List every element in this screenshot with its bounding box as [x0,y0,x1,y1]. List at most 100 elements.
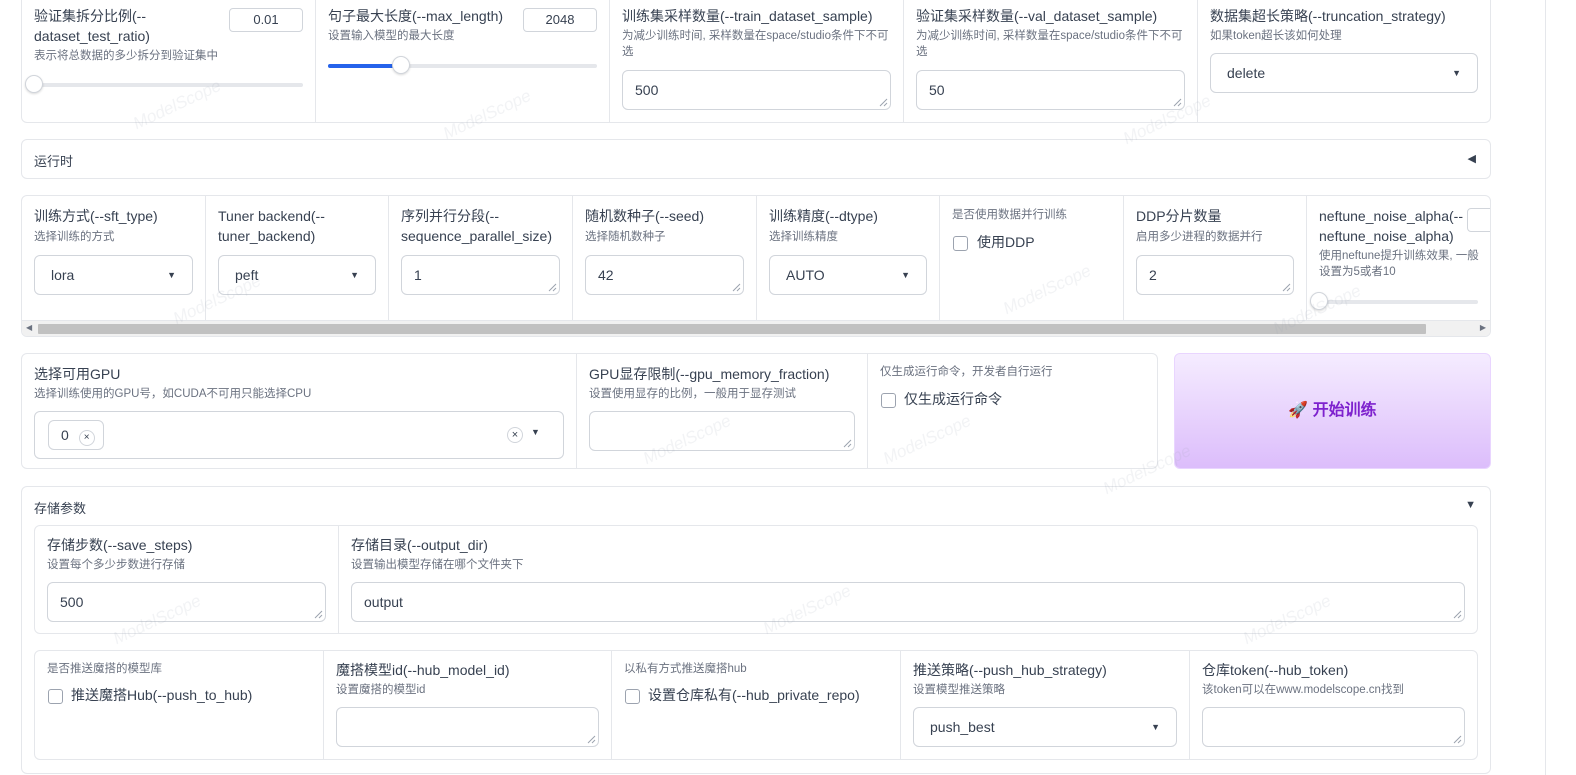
sft-type-value: lora [51,267,75,283]
val-sample-cell: 验证集采样数量(--val_dataset_sample) 为减少训练时间, 采… [904,0,1198,122]
gpu-multiselect[interactable]: 0 × × ▼ [34,411,564,459]
collapse-arrow-icon[interactable]: ◀ [1468,152,1476,165]
gpu-tag-label: 0 [61,427,69,443]
resize-grip-icon[interactable] [1453,735,1462,744]
val-sample-info: 为减少训练时间, 采样数量在space/studio条件下不可选 [916,30,1183,58]
resize-grip-icon[interactable] [548,283,557,292]
truncation-value: delete [1227,65,1266,81]
save-accordion-header[interactable]: 存储参数 ▼ [22,487,1490,525]
start-training-label: 开始训练 [1312,402,1377,419]
resize-grip-icon[interactable] [1282,283,1291,292]
hub-model-id-cell: 魔搭模型id(--hub_model_id) 设置魔搭的模型id [324,651,612,759]
neftune-info: 使用neftune提升训练效果, 一般设置为5或者10 [1319,250,1479,278]
seq-parallel-input[interactable]: 1 [401,255,560,295]
test-ratio-slider-thumb[interactable] [25,75,43,93]
truncation-info: 如果token超长该如何处理 [1210,30,1342,42]
truncation-dropdown[interactable]: delete ▼ [1210,53,1478,93]
expand-arrow-icon[interactable]: ▼ [1465,499,1476,511]
gpu-select-info: 选择训练使用的GPU号，如CUDA不可用只能选择CPU [34,388,312,400]
push-to-hub-checkbox-label[interactable]: 推送魔搭Hub(--push_to_hub) [71,685,252,705]
train-sample-info: 为减少训练时间, 采样数量在space/studio条件下不可选 [622,30,889,58]
chevron-down-icon[interactable]: ▼ [531,427,540,437]
dtype-value: AUTO [786,267,825,283]
private-repo-checkbox[interactable] [625,689,640,704]
horizontal-scrollbar[interactable]: ◀ ▶ [22,320,1490,336]
tuner-backend-dropdown[interactable]: peft ▼ [218,255,376,295]
scroll-left-arrow-icon[interactable]: ◀ [26,323,32,332]
hub-token-input[interactable] [1202,707,1465,747]
dataset-params-row: 验证集拆分比例(--dataset_test_ratio) 0.01 表示将总数… [21,0,1491,123]
seed-input[interactable]: 42 [585,255,744,295]
chevron-down-icon: ▼ [350,270,359,280]
sft-type-info: 选择训练的方式 [34,231,115,243]
resize-grip-icon[interactable] [732,283,741,292]
neftune-slider[interactable] [1310,292,1478,310]
runtime-accordion[interactable]: 运行时 ◀ [21,139,1491,179]
private-repo-info: 以私有方式推送魔搭hub [624,663,747,675]
resize-grip-icon[interactable] [314,610,323,619]
gpu-params-row: 选择可用GPU 选择训练使用的GPU号，如CUDA不可用只能选择CPU 0 × … [21,353,1158,469]
private-repo-checkbox-label[interactable]: 设置仓库私有(--hub_private_repo) [648,685,860,705]
hub-token-cell: 仓库token(--hub_token) 该token可以在www.models… [1190,651,1477,759]
push-strategy-dropdown[interactable]: push_best ▼ [913,707,1177,747]
ddp-num-info: 启用多少进程的数据并行 [1136,231,1263,243]
ddp-checkbox-label[interactable]: 使用DDP [977,232,1035,252]
ddp-num-input[interactable]: 2 [1136,255,1294,295]
hub-model-id-info: 设置魔搭的模型id [336,684,426,696]
mem-fraction-input[interactable] [589,411,855,451]
val-sample-label: 验证集采样数量(--val_dataset_sample) [916,8,1158,24]
val-sample-input[interactable]: 50 [916,70,1185,110]
ddp-cell: 是否使用数据并行训练 使用DDP [940,196,1124,320]
remove-tag-icon[interactable]: × [78,430,95,446]
seed-cell: 随机数种子(--seed) 选择随机数种子 42 [573,196,757,320]
neftune-slider-thumb[interactable] [1310,292,1328,310]
train-sample-cell: 训练集采样数量(--train_dataset_sample) 为减少训练时间,… [610,0,904,122]
seq-parallel-cell: 序列并行分段(--sequence_parallel_size) 1 [389,196,573,320]
chevron-down-icon: ▼ [901,270,910,280]
sft-type-label: 训练方式(--sft_type) [34,208,158,224]
scrollbar-thumb[interactable] [38,324,1426,334]
ddp-num-value: 2 [1149,267,1157,283]
max-length-slider-thumb[interactable] [391,56,410,74]
max-length-slider-fill [328,64,401,68]
mem-fraction-label: GPU显存限制(--gpu_memory_fraction) [589,366,830,382]
start-training-button[interactable]: 🚀 开始训练 [1174,353,1491,469]
max-length-info: 设置输入模型的最大长度 [328,30,455,42]
seed-label: 随机数种子(--seed) [585,208,705,224]
resize-grip-icon[interactable] [879,98,888,107]
sft-type-dropdown[interactable]: lora ▼ [34,255,193,295]
dtype-cell: 训练精度(--dtype) 选择训练精度 AUTO ▼ [757,196,940,320]
hub-token-info: 该token可以在www.modelscope.cn找到 [1202,684,1404,696]
save-steps-input[interactable]: 500 [47,582,326,622]
scroll-right-arrow-icon[interactable]: ▶ [1480,323,1486,332]
test-ratio-slider[interactable] [25,75,303,93]
resize-grip-icon[interactable] [1173,98,1182,107]
save-steps-cell: 存储步数(--save_steps) 设置每个多少步数进行存储 500 [35,526,339,633]
truncation-label: 数据集超长策略(--truncation_strategy) [1210,8,1446,24]
test-ratio-input[interactable]: 0.01 [229,8,303,32]
resize-grip-icon[interactable] [843,439,852,448]
seed-value: 42 [598,267,614,283]
neftune-cell: neftune_noise_alpha(--neftune_noise_alph… [1307,196,1490,320]
truncation-cell: 数据集超长策略(--truncation_strategy) 如果token超长… [1198,0,1490,122]
push-to-hub-checkbox[interactable] [48,689,63,704]
clear-selection-icon[interactable]: × [507,427,523,443]
chevron-down-icon: ▼ [167,270,176,280]
dry-run-checkbox-label[interactable]: 仅生成运行命令 [904,389,1002,409]
ddp-num-cell: DDP分片数量 启用多少进程的数据并行 2 [1124,196,1307,320]
train-sample-input[interactable]: 500 [622,70,891,110]
max-length-slider[interactable] [328,56,597,74]
resize-grip-icon[interactable] [1453,610,1462,619]
dry-run-checkbox[interactable] [881,393,896,408]
output-dir-input[interactable]: output [351,582,1465,622]
neftune-input[interactable] [1467,208,1490,232]
test-ratio-cell: 验证集拆分比例(--dataset_test_ratio) 0.01 表示将总数… [22,0,316,122]
mem-fraction-info: 设置使用显存的比例，一般用于显存测试 [589,388,796,400]
save-accordion: 存储参数 ▼ 存储步数(--save_steps) 设置每个多少步数进行存储 5… [21,486,1491,774]
hub-model-id-input[interactable] [336,707,599,747]
ddp-checkbox[interactable] [953,236,968,251]
seq-parallel-label: 序列并行分段(--sequence_parallel_size) [401,208,552,244]
save-steps-info: 设置每个多少步数进行存储 [47,559,185,571]
dtype-dropdown[interactable]: AUTO ▼ [769,255,927,295]
resize-grip-icon[interactable] [587,735,596,744]
